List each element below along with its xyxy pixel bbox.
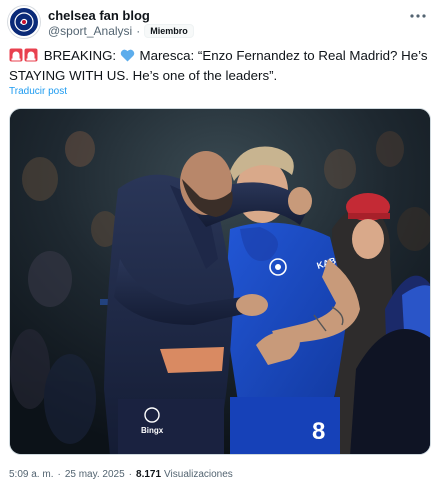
- tweet-meta: 5:09 a. m. · 25 may. 2025 · 8.171 Visual…: [9, 469, 233, 480]
- meta-separator: ·: [57, 469, 61, 480]
- views-label: Visualizaciones: [164, 469, 233, 480]
- author-name[interactable]: chelsea fan blog: [48, 8, 150, 23]
- siren-icon: [9, 48, 39, 67]
- meta-separator: ·: [128, 469, 133, 480]
- shirt-number: 8: [312, 418, 325, 445]
- views-count[interactable]: 8.171: [136, 469, 161, 480]
- handle-separator: ·: [136, 24, 141, 38]
- more-icon: [410, 14, 426, 18]
- avatar[interactable]: [8, 6, 40, 38]
- tweet-date[interactable]: 25 may. 2025: [65, 469, 125, 480]
- translate-post-link[interactable]: Traducir post: [9, 86, 67, 97]
- sponsor-text: Bingx: [141, 426, 164, 435]
- tweet-header: chelsea fan blog @sport_Analysi · Miembr…: [8, 6, 432, 42]
- more-options-button[interactable]: [408, 8, 428, 24]
- author-handle-row: @sport_Analysi · Miembro: [48, 24, 194, 38]
- chelsea-crest-icon: [11, 9, 37, 35]
- member-badge[interactable]: Miembro: [144, 24, 194, 38]
- tweet-time[interactable]: 5:09 a. m.: [9, 469, 53, 480]
- author-handle[interactable]: @sport_Analysi: [48, 24, 132, 38]
- tweet-photo[interactable]: 8 KAB Bingx: [9, 108, 431, 455]
- breaking-label: BREAKING:: [43, 48, 117, 63]
- blue-heart-icon: [120, 49, 135, 67]
- photo-image: 8 KAB Bingx: [10, 109, 430, 454]
- tweet-text: BREAKING: Maresca: “Enzo Fernandez to Re…: [9, 47, 429, 85]
